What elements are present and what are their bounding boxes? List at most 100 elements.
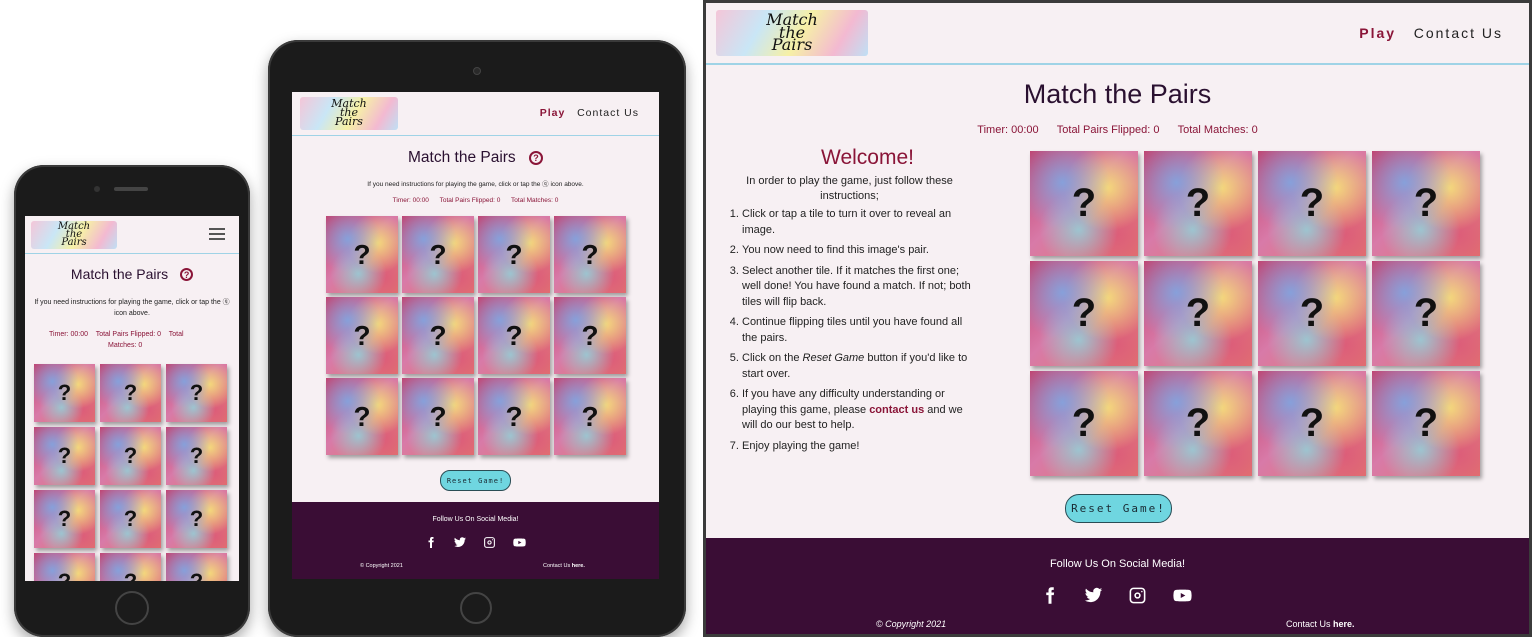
memory-tile[interactable]: ? (1030, 151, 1138, 256)
memory-tile[interactable]: ? (326, 216, 398, 293)
tile-mark: ? (1071, 291, 1097, 335)
tablet-tile-grid: ? ? ? ? ? ? ? ? ? ? ? ? (326, 216, 626, 455)
memory-tile[interactable]: ? (1030, 261, 1138, 366)
memory-tile[interactable]: ? (554, 216, 626, 293)
footer-contact-prefix: Contact Us (1286, 619, 1334, 629)
nav-play-link[interactable]: Play (540, 107, 566, 119)
pairs-stat: Total Pairs Flipped: 0 (439, 197, 501, 204)
memory-tile[interactable]: ? (166, 364, 227, 422)
tile-mark: ? (189, 380, 204, 405)
step-text: Select another tile. If it matches the f… (742, 264, 971, 308)
memory-tile[interactable]: ? (34, 364, 95, 422)
tile-mark: ? (353, 319, 371, 351)
memory-tile[interactable]: ? (166, 490, 227, 548)
tile-mark: ? (57, 506, 72, 531)
memory-tile[interactable]: ? (1258, 151, 1366, 256)
memory-tile[interactable]: ? (166, 553, 227, 581)
main-nav: Play Contact Us (1359, 25, 1503, 41)
stats-bar: Timer: 00:00 Total Pairs Flipped: 0 Tota… (706, 124, 1529, 136)
help-icon[interactable]: ? (180, 268, 194, 281)
memory-tile[interactable]: ? (100, 553, 161, 581)
tile-mark: ? (1185, 401, 1211, 445)
memory-tile[interactable]: ? (1258, 371, 1366, 476)
step-text: Click or tap a tile to turn it over to r… (742, 208, 952, 236)
footer-contact-link[interactable]: here. (1333, 619, 1355, 629)
memory-tile[interactable]: ? (1144, 261, 1252, 366)
memory-tile[interactable]: ? (1030, 371, 1138, 476)
instruction-step: Enjoy playing the game! (742, 439, 971, 455)
tablet-camera (473, 67, 481, 75)
footer-contact: Contact Us here. (543, 563, 585, 569)
tile-mark: ? (57, 443, 72, 468)
memory-tile[interactable]: ? (34, 553, 95, 581)
instructions-hint: If you need instructions for playing the… (367, 181, 584, 188)
page-title: Match the Pairs ? (25, 266, 239, 282)
welcome-title: Welcome! (821, 146, 914, 169)
site-logo[interactable]: Match the Pairs (716, 10, 868, 56)
memory-tile[interactable]: ? (100, 364, 161, 422)
tile-mark: ? (581, 400, 599, 432)
logo-word: Pairs (335, 114, 363, 128)
tile-mark: ? (1185, 181, 1211, 225)
memory-tile[interactable]: ? (1258, 261, 1366, 366)
tile-mark: ? (1413, 401, 1439, 445)
memory-tile[interactable]: ? (1372, 151, 1480, 256)
reset-game-button[interactable]: Reset Game! (440, 470, 511, 491)
reset-game-button[interactable]: Reset Game! (1065, 494, 1172, 523)
instagram-icon[interactable] (483, 536, 496, 549)
help-icon[interactable]: ? (529, 151, 543, 165)
memory-tile[interactable]: ? (554, 378, 626, 455)
facebook-icon[interactable] (425, 536, 437, 549)
memory-tile[interactable]: ? (100, 490, 161, 548)
tile-mark: ? (581, 319, 599, 351)
memory-tile[interactable]: ? (1144, 371, 1252, 476)
memory-tile[interactable]: ? (478, 378, 550, 455)
youtube-icon[interactable] (512, 536, 527, 549)
phone-home-button[interactable] (115, 591, 149, 625)
site-logo[interactable]: Match the Pairs (31, 221, 117, 249)
instruction-step: You now need to find this image's pair. (742, 243, 971, 259)
memory-tile[interactable]: ? (402, 378, 474, 455)
tablet-home-button[interactable] (460, 592, 492, 624)
facebook-icon[interactable] (1041, 586, 1059, 605)
memory-tile[interactable]: ? (478, 216, 550, 293)
tablet-screen: Match the Pairs Play Contact Us Match th… (292, 92, 659, 579)
site-logo[interactable]: Match the Pairs (300, 97, 398, 130)
tile-mark: ? (1071, 401, 1097, 445)
step-text: Continue flipping tiles until you have f… (742, 316, 963, 344)
memory-tile[interactable]: ? (554, 297, 626, 374)
memory-tile[interactable]: ? (326, 378, 398, 455)
memory-tile[interactable]: ? (1144, 151, 1252, 256)
pairs-stat: Total Pairs Flipped: 0 (1056, 124, 1160, 136)
tile-mark: ? (581, 238, 599, 270)
nav-contact-link[interactable]: Contact Us (577, 107, 639, 119)
page-title: Match the Pairs (1023, 79, 1212, 109)
twitter-icon[interactable] (1083, 586, 1104, 605)
memory-tile[interactable]: ? (402, 216, 474, 293)
menu-icon[interactable] (209, 228, 225, 240)
tile-mark: ? (123, 506, 138, 531)
youtube-icon[interactable] (1171, 586, 1194, 605)
instruction-step: Click on the Reset Game button if you'd … (742, 351, 971, 382)
memory-tile[interactable]: ? (100, 427, 161, 485)
footer-contact-link[interactable]: here. (572, 563, 585, 569)
memory-tile[interactable]: ? (478, 297, 550, 374)
nav-play-link[interactable]: Play (1359, 25, 1396, 41)
nav-contact-link[interactable]: Contact Us (1414, 25, 1503, 41)
memory-tile[interactable]: ? (34, 427, 95, 485)
tile-mark: ? (190, 569, 203, 581)
instructions-hint: If you need instructions for playing the… (34, 299, 230, 317)
contact-us-link[interactable]: contact us (869, 404, 924, 416)
page-title: Match the Pairs ? (292, 149, 659, 167)
memory-tile[interactable]: ? (34, 490, 95, 548)
instagram-icon[interactable] (1128, 586, 1147, 605)
memory-tile[interactable]: ? (166, 427, 227, 485)
memory-tile[interactable]: ? (1372, 371, 1480, 476)
memory-tile[interactable]: ? (1372, 261, 1480, 366)
memory-tile[interactable]: ? (326, 297, 398, 374)
phone-camera (94, 186, 100, 192)
phone-device: Match the Pairs Match the Pairs ? If you… (14, 165, 250, 637)
memory-tile[interactable]: ? (402, 297, 474, 374)
twitter-icon[interactable] (453, 536, 467, 549)
desktop-tile-grid: ? ? ? ? ? ? ? ? ? ? ? ? (1030, 151, 1480, 476)
